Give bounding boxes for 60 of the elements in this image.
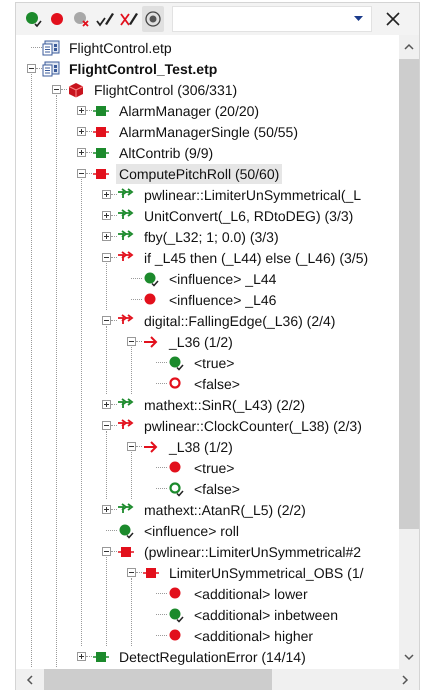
tree-item[interactable]: LimiterUnSymmetrical_OBS (1/ <box>166 562 366 582</box>
tree-item[interactable]: _L36 (1/2) <box>166 332 236 352</box>
caret-icon[interactable] <box>354 16 363 22</box>
expand-icon[interactable] <box>77 127 86 136</box>
tree-item[interactable]: FlightControl (306/331) <box>91 80 240 100</box>
tree-item[interactable]: <true> <box>191 352 238 372</box>
tree-item[interactable]: <additional> lower <box>191 584 311 604</box>
tree-item[interactable]: mathext::SinR(_L43) (2/2) <box>141 394 308 414</box>
tree-item[interactable]: (pwlinear::LimiterUnSymmetrical#2 <box>141 542 364 562</box>
pen-check-icon <box>96 10 114 28</box>
tree-item[interactable]: DetectRegulationError (14/14) <box>116 646 309 666</box>
collapse-icon[interactable] <box>52 85 61 94</box>
collapse-icon[interactable] <box>102 421 111 430</box>
collapse-icon[interactable] <box>127 337 136 346</box>
collapse-icon[interactable] <box>127 442 136 451</box>
tree-item[interactable]: _L38 (1/2) <box>166 436 236 456</box>
tree-item[interactable]: pwlinear::LimiterUnSymmetrical(_L <box>141 184 364 204</box>
tree-item[interactable]: <influence> roll <box>141 520 242 540</box>
expand-icon[interactable] <box>102 505 111 514</box>
tree-item[interactable]: <additional> higher <box>191 626 316 646</box>
tree-item[interactable]: <true> <box>191 458 238 478</box>
collapse-icon[interactable] <box>127 568 136 577</box>
tree-item[interactable]: <false> <box>191 478 243 498</box>
tree-item[interactable]: if _L45 then (_L44) else (_L46) (3/5) <box>141 248 372 268</box>
close-icon <box>386 12 400 26</box>
scrollbar-thumb[interactable] <box>44 669 272 690</box>
clear-icon <box>72 10 90 28</box>
collapse-icon[interactable] <box>102 316 111 325</box>
tree-item[interactable]: AltContrib (9/9) <box>116 142 216 162</box>
expand-icon[interactable] <box>102 190 111 199</box>
pen-cross-icon <box>120 10 138 28</box>
tree-item[interactable]: FlightControl.etp <box>66 38 175 58</box>
collapse-icon[interactable] <box>102 253 111 262</box>
tree-item[interactable]: AlarmManagerSingle (50/55) <box>116 122 301 142</box>
covered-icon <box>24 10 42 28</box>
tree-item[interactable]: ComputePitchRoll (50/60) <box>116 164 282 184</box>
tree-item[interactable]: mathext::AtanR(_L5) (2/2) <box>141 500 309 520</box>
tree-item[interactable]: fby(_L32; 1; 0.0) (3/3) <box>141 226 282 246</box>
expand-icon[interactable] <box>77 148 86 157</box>
tree-item[interactable]: FlightControl_Test.etp <box>66 58 220 78</box>
target-icon <box>144 10 162 28</box>
tree-item[interactable]: UnitConvert(_L6, RDtoDEG) (3/3) <box>141 206 356 226</box>
tree-item[interactable]: AlarmManager (20/20) <box>116 100 262 120</box>
tree-item[interactable]: <influence> _L44 <box>166 268 280 288</box>
toolbar-button[interactable] <box>142 6 164 32</box>
expand-icon[interactable] <box>102 211 111 220</box>
tree-item[interactable]: <influence> _L46 <box>166 290 280 310</box>
expand-icon[interactable] <box>77 106 86 115</box>
collapse-icon[interactable] <box>77 169 86 178</box>
tree-item[interactable]: digital::FallingEdge(_L36) (2/4) <box>141 310 338 330</box>
expand-icon[interactable] <box>102 232 111 241</box>
collapse-icon[interactable] <box>102 547 111 556</box>
scrollbar-thumb[interactable] <box>399 59 419 529</box>
collapse-icon[interactable] <box>27 64 36 73</box>
tree-item[interactable]: <additional> inbetween <box>191 604 342 624</box>
expand-icon[interactable] <box>77 652 86 661</box>
uncovered-icon <box>48 10 66 28</box>
tree-item[interactable]: <false> <box>191 374 243 394</box>
expand-icon[interactable] <box>102 400 111 409</box>
tree-item[interactable]: pwlinear::ClockCounter(_L38) (2/3) <box>141 416 365 436</box>
